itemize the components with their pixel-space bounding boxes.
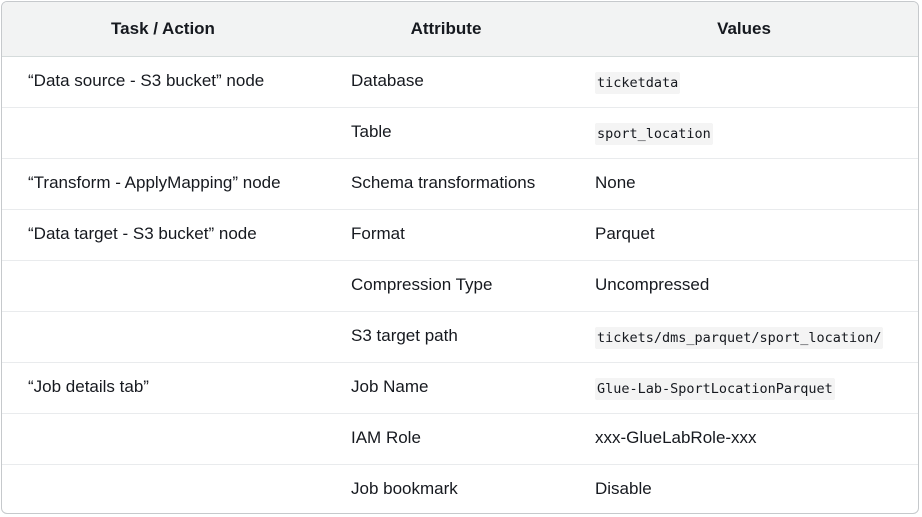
config-table-container: Task / Action Attribute Values “Data sou… (1, 1, 919, 514)
value-code: Glue-Lab-SportLocationParquet (595, 377, 835, 400)
table-row: Compression Type Uncompressed (2, 260, 918, 312)
value-cell: Disable (595, 478, 652, 498)
table-body: “Data source - S3 bucket” node Database … (2, 56, 918, 513)
value-code: sport_location (595, 122, 713, 145)
attribute-cell: Table (324, 107, 568, 159)
task-cell: “Data source - S3 bucket” node (2, 56, 324, 108)
task-cell: “Transform - ApplyMapping” node (2, 158, 324, 210)
value-cell: ticketdata (568, 56, 918, 108)
table-header-row: Task / Action Attribute Values (2, 2, 918, 57)
task-cell: “Job details tab” (2, 362, 324, 414)
table-row: IAM Role xxx-GlueLabRole-xxx (2, 413, 918, 465)
attribute-cell: Format (324, 209, 568, 261)
value-code: ticketdata (595, 71, 681, 94)
table-row: Table sport_location (2, 107, 918, 159)
task-cell (2, 107, 324, 159)
attribute-cell: Job bookmark (351, 478, 458, 498)
task-cell (2, 464, 324, 513)
value-code: tickets/dms_parquet/sport_location/ (595, 326, 884, 349)
value-cell: Uncompressed (568, 260, 918, 312)
table-row: “Data source - S3 bucket” node Database … (2, 56, 918, 108)
attribute-cell: IAM Role (324, 413, 568, 465)
task-cell (2, 413, 324, 465)
attribute-cell: Database (324, 56, 568, 108)
attribute-cell: S3 target path (324, 311, 568, 363)
attribute-cell: Compression Type (324, 260, 568, 312)
table-row: “Data target - S3 bucket” node Format Pa… (2, 209, 918, 261)
value-cell: Parquet (568, 209, 918, 261)
header-values: Values (568, 2, 918, 57)
value-cell: xxx-GlueLabRole-xxx (568, 413, 918, 465)
value-cell: sport_location (568, 107, 918, 159)
task-cell (2, 260, 324, 312)
table-row: “Transform - ApplyMapping” node Schema t… (2, 158, 918, 210)
attribute-cell: Schema transformations (324, 158, 568, 210)
value-cell: Glue-Lab-SportLocationParquet (568, 362, 918, 414)
value-cell: tickets/dms_parquet/sport_location/ (568, 311, 918, 363)
table-row: S3 target path tickets/dms_parquet/sport… (2, 311, 918, 363)
config-table: Task / Action Attribute Values “Data sou… (2, 2, 918, 513)
header-task-action: Task / Action (2, 2, 324, 57)
header-attribute: Attribute (324, 2, 568, 57)
task-cell (2, 311, 324, 363)
value-cell: None (568, 158, 918, 210)
table-row: Job bookmark Disable (2, 464, 918, 513)
attribute-cell: Job Name (324, 362, 568, 414)
task-cell: “Data target - S3 bucket” node (2, 209, 324, 261)
table-row: “Job details tab” Job Name Glue-Lab-Spor… (2, 362, 918, 414)
